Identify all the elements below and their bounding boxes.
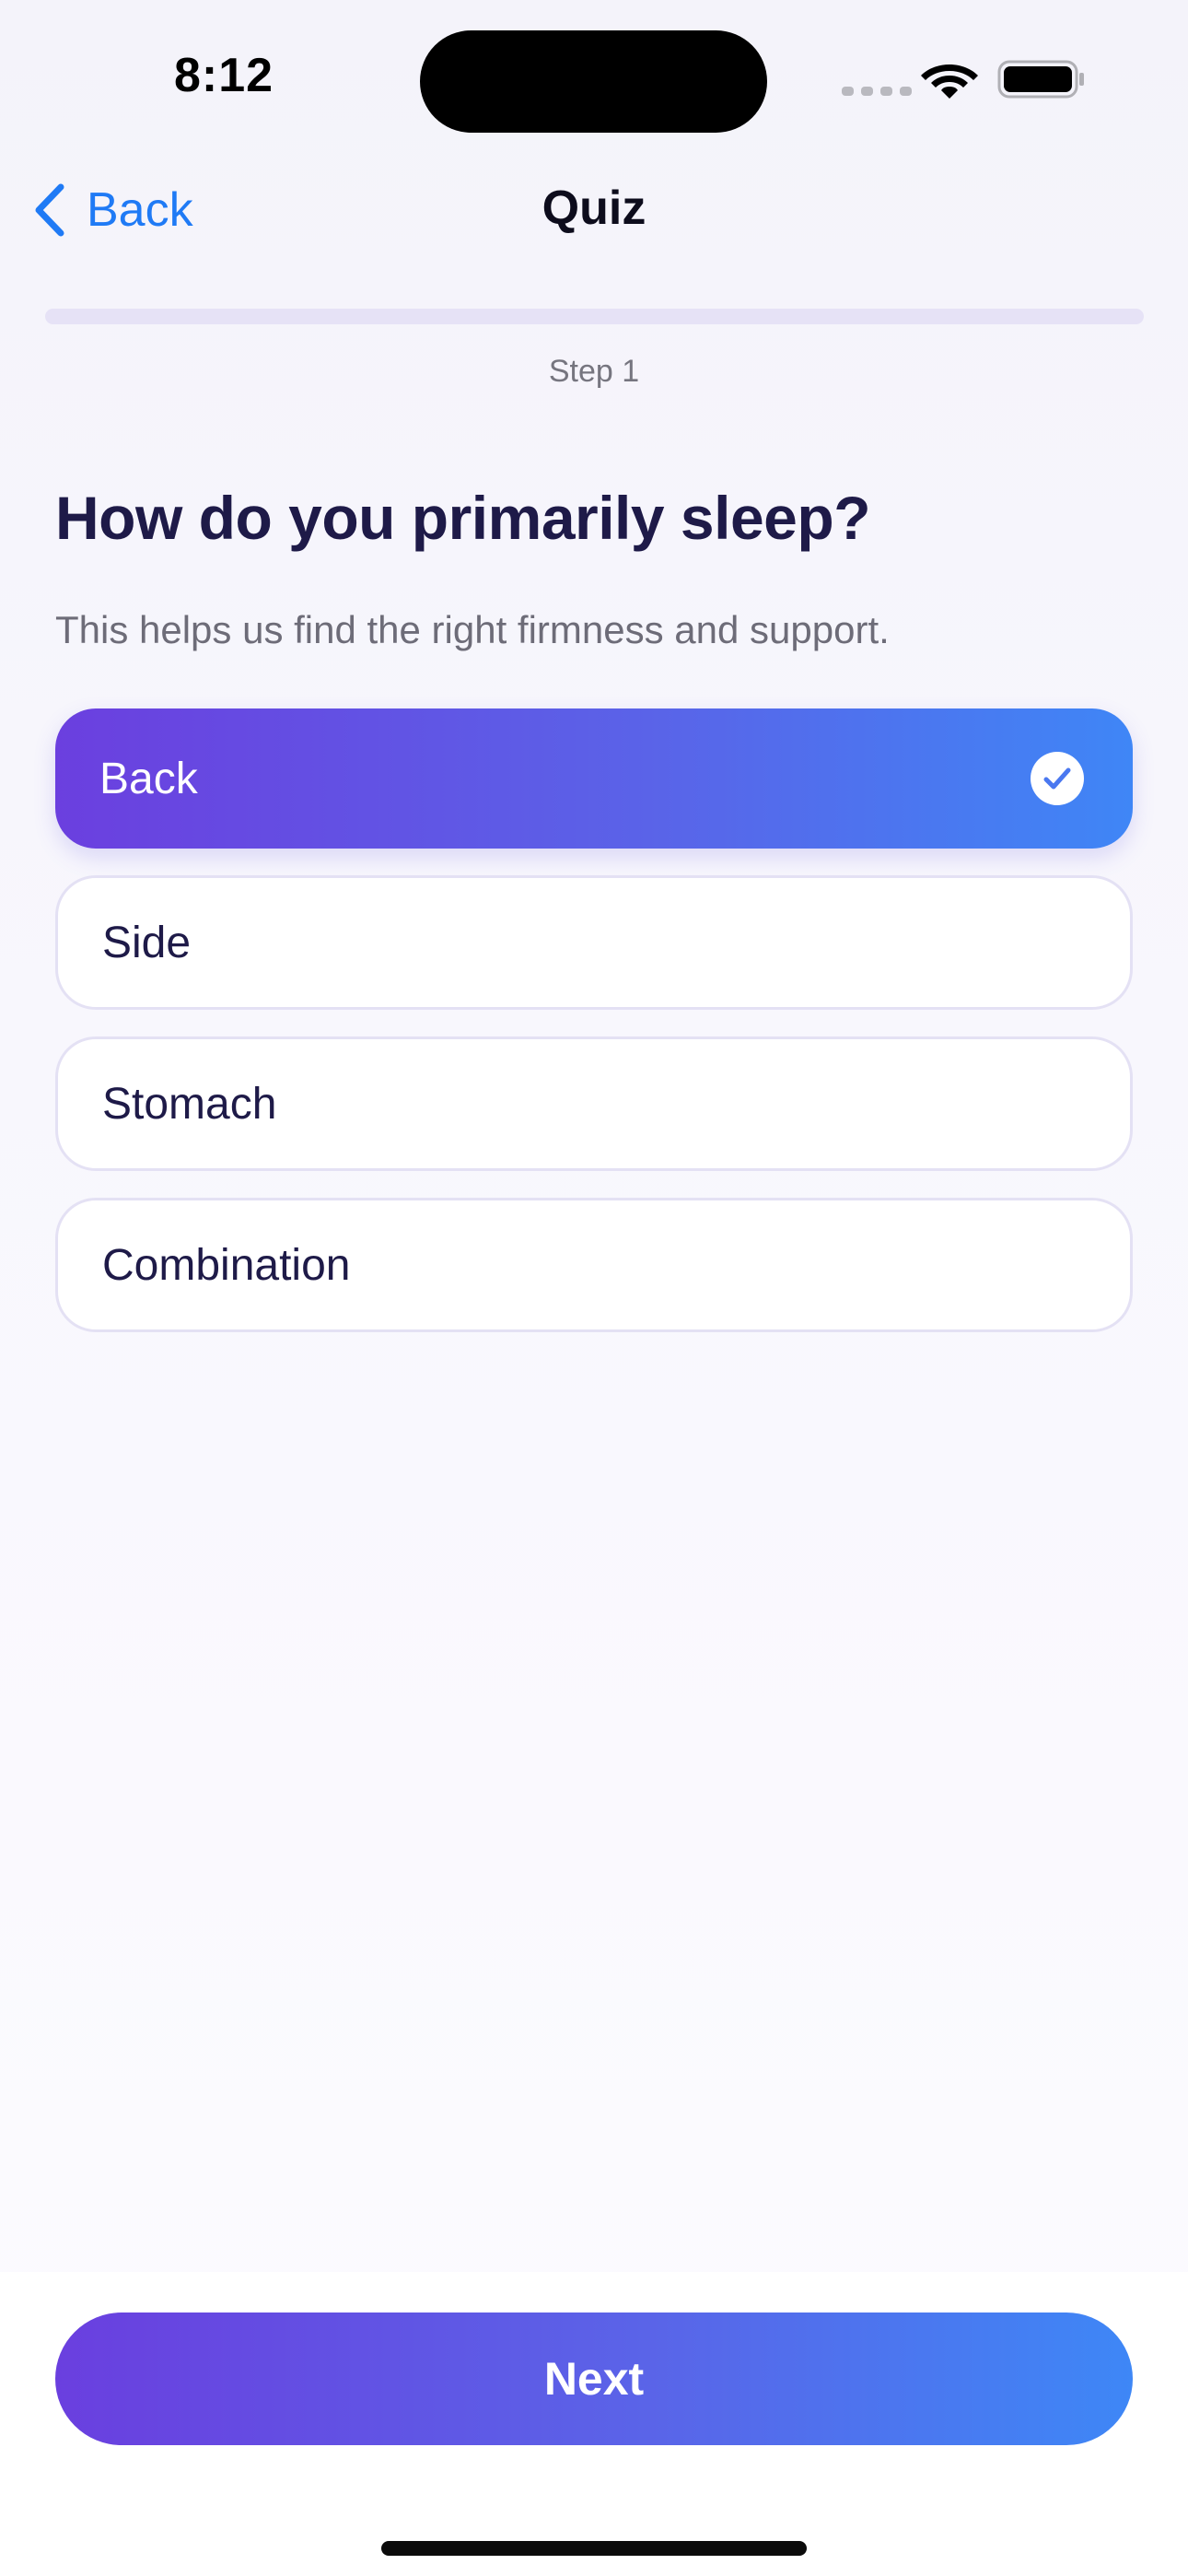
option-back[interactable]: Back (55, 708, 1133, 849)
dynamic-island (420, 30, 767, 133)
option-combination[interactable]: Combination (55, 1198, 1133, 1332)
cellular-dots-icon (842, 87, 912, 96)
question-subtitle: This helps us find the right firmness an… (55, 608, 890, 651)
status-time: 8:12 (173, 49, 274, 102)
option-side[interactable]: Side (55, 875, 1133, 1010)
status-bar: 8:12 (0, 0, 1188, 157)
option-label: Back (99, 754, 198, 803)
option-stomach[interactable]: Stomach (55, 1036, 1133, 1171)
step-label: Step 1 (548, 354, 640, 389)
option-label: Side (102, 918, 192, 967)
progress-bar (45, 309, 1144, 324)
checkmark-circle-icon (1031, 752, 1084, 805)
battery-icon (997, 60, 1084, 99)
option-label: Stomach (102, 1079, 277, 1129)
next-button[interactable]: Next (55, 2313, 1133, 2445)
question-title: How do you primarily sleep? (55, 484, 871, 552)
back-button[interactable]: Back (33, 175, 193, 245)
chevron-left-icon (35, 183, 64, 237)
wifi-icon (921, 64, 978, 99)
option-label: Combination (102, 1240, 351, 1290)
page-title: Quiz (542, 181, 646, 235)
back-label: Back (87, 183, 193, 237)
home-indicator (381, 2541, 807, 2556)
